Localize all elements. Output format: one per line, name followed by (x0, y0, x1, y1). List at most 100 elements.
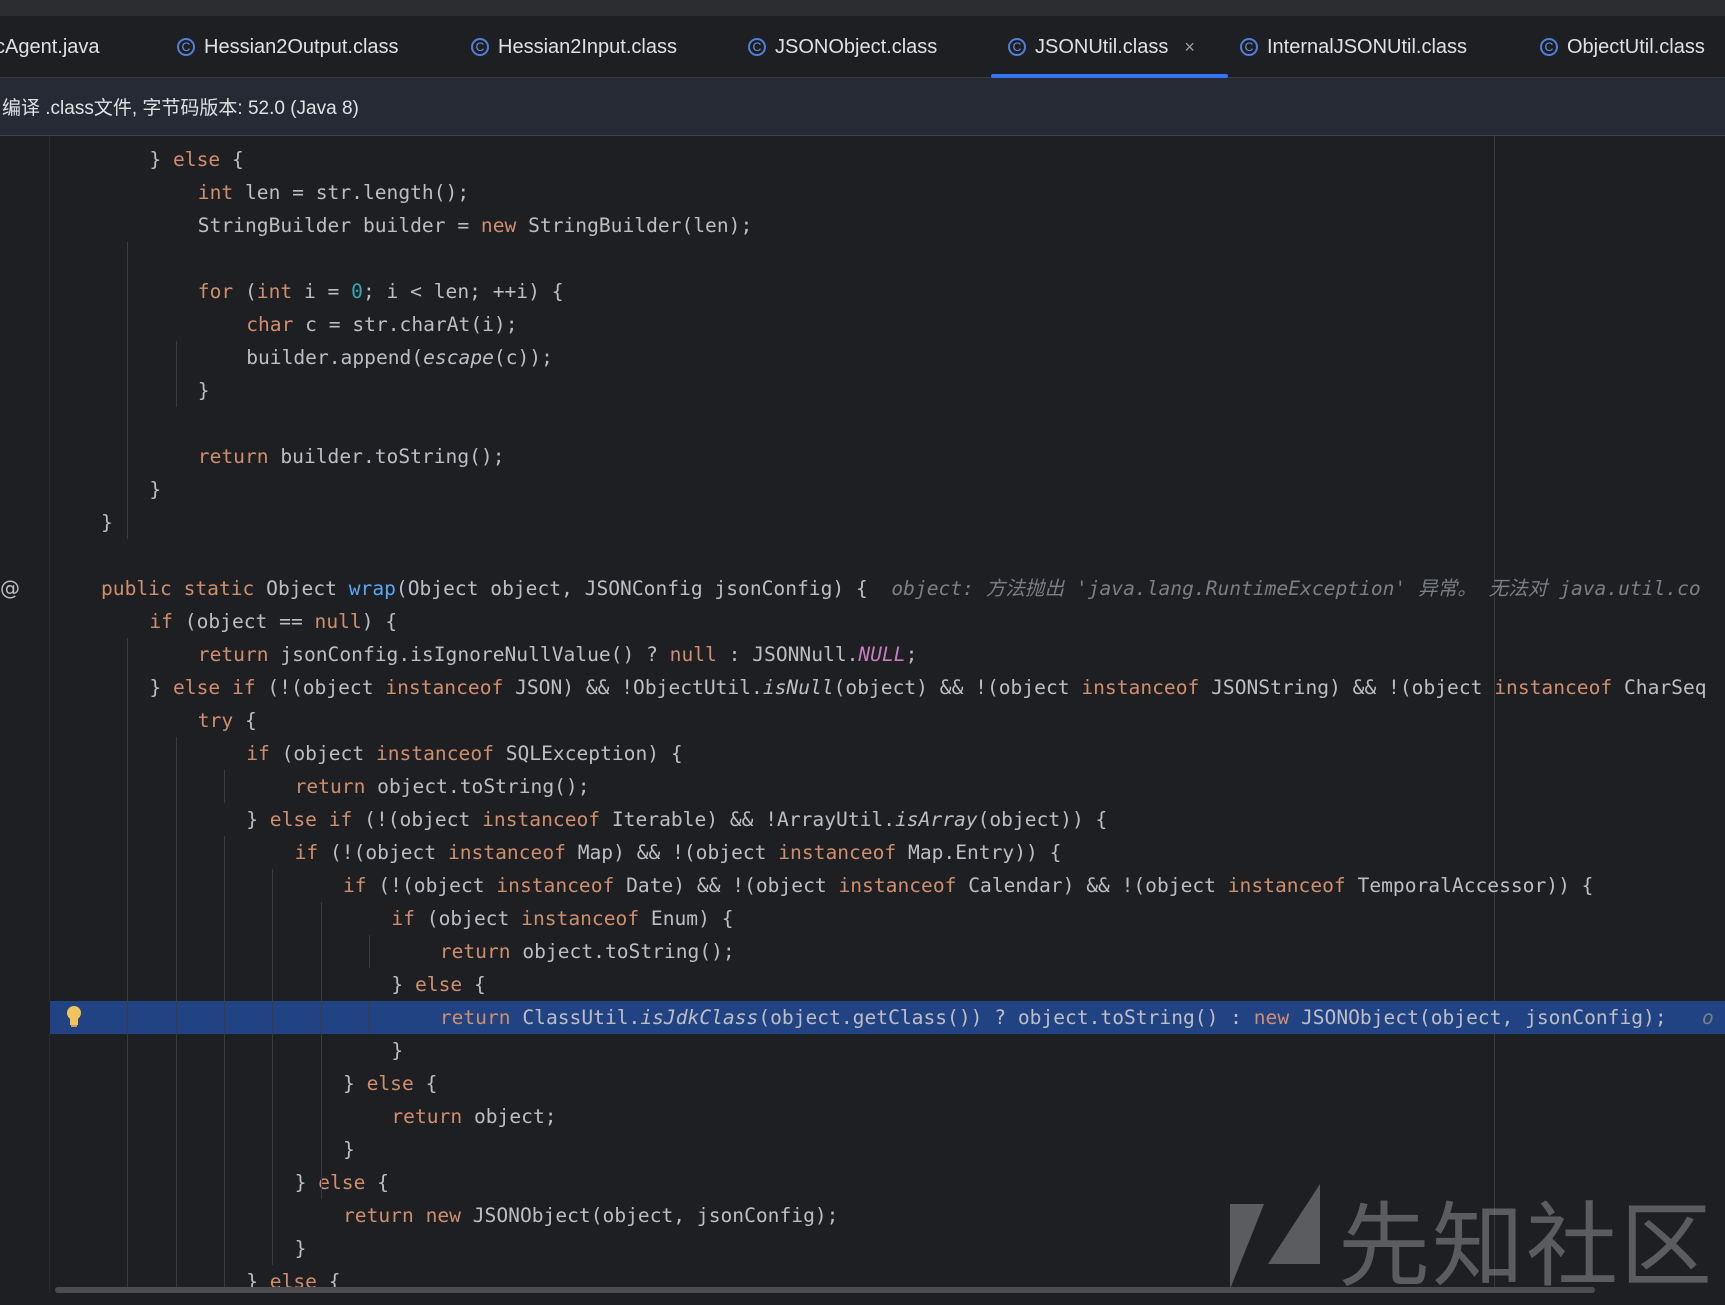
code-token: StringBuilder builder = (197, 214, 481, 237)
tab-cagent-java[interactable]: cAgent.java (0, 16, 100, 78)
code-token: ; (905, 643, 918, 666)
code-token: JSONString) && !(object (1199, 676, 1495, 699)
code-text: if (object == null) { (149, 605, 397, 638)
code-token: c = str.charAt(i); (293, 313, 518, 336)
code-token: TemporalAccessor)) { (1345, 874, 1594, 897)
code-line[interactable]: } (0, 1133, 1725, 1166)
code-line[interactable]: } else if (!(object instanceof Iterable)… (0, 803, 1725, 836)
code-text: int len = str.length(); (198, 176, 469, 209)
code-token: Date) && !(object (614, 874, 839, 897)
code-text: return object.toString(); (440, 935, 735, 968)
code-token: else (414, 973, 463, 996)
code-token: { (462, 973, 486, 996)
code-token: try (197, 709, 234, 732)
code-token: JSON) && !ObjectUtil. (503, 676, 763, 699)
code-token: } (343, 1072, 367, 1095)
implementation-at-icon[interactable]: @ (0, 576, 20, 600)
code-line[interactable]: if (!(object instanceof Map) && !(object… (0, 836, 1725, 869)
tab-hessian2output[interactable]: C Hessian2Output.class (177, 16, 399, 78)
code-line[interactable]: } (0, 506, 1725, 539)
code-line[interactable]: for (int i = 0; i < len; ++i) { (0, 275, 1725, 308)
code-token: isJdkClass (640, 1006, 759, 1029)
code-token: } (149, 676, 173, 699)
code-line[interactable]: if (object == null) { (0, 605, 1725, 638)
code-line[interactable]: } (0, 374, 1725, 407)
tab-label: ObjectUtil.class (1567, 35, 1705, 58)
code-token: builder.toString(); (268, 445, 505, 468)
code-token: } (391, 1039, 404, 1062)
close-tab-icon[interactable]: × (1184, 37, 1195, 58)
code-token: int (256, 280, 293, 303)
tab-hessian2input[interactable]: C Hessian2Input.class (471, 16, 677, 78)
code-line[interactable]: return new JSONObject(object, jsonConfig… (0, 1199, 1725, 1232)
code-token: } (246, 808, 270, 831)
code-token: Calendar) && !(object (956, 874, 1228, 897)
lightbulb-icon[interactable] (65, 1005, 83, 1029)
code-token: (object (269, 742, 376, 765)
code-token: return (197, 643, 269, 666)
indent-guide (224, 836, 225, 1293)
code-line[interactable]: return object.toString(); (0, 770, 1725, 803)
code-token: wrap (348, 577, 396, 600)
code-line[interactable]: } (0, 1034, 1725, 1067)
code-line[interactable]: try { (0, 704, 1725, 737)
code-line[interactable] (0, 539, 1725, 572)
code-token: else if (269, 808, 353, 831)
tab-jsonutil[interactable]: C JSONUtil.class × (991, 16, 1228, 78)
tab-objectutil[interactable]: C ObjectUtil.class (1540, 16, 1705, 78)
code-token: object; (462, 1105, 557, 1128)
code-line[interactable]: if (!(object instanceof Date) && !(objec… (0, 869, 1725, 902)
code-token: int (197, 181, 234, 204)
code-line[interactable]: StringBuilder builder = new StringBuilde… (0, 209, 1725, 242)
code-token: instanceof (385, 676, 504, 699)
code-line[interactable]: return jsonConfig.isIgnoreNullValue() ? … (0, 638, 1725, 671)
code-token: new (1253, 1006, 1290, 1029)
code-line[interactable]: int len = str.length(); (0, 176, 1725, 209)
code-line[interactable]: builder.append(escape(c)); (0, 341, 1725, 374)
code-token: (c)); (493, 346, 553, 369)
code-line[interactable]: } (0, 473, 1725, 506)
code-line[interactable] (0, 407, 1725, 440)
code-token: Map) && !(object (565, 841, 779, 864)
code-line[interactable]: } else { (0, 1166, 1725, 1199)
code-token: { (220, 148, 244, 171)
code-text: } else { (391, 968, 485, 1001)
code-text: builder.append(escape(c)); (246, 341, 553, 374)
code-token: else (366, 1072, 414, 1095)
code-token: (!(object (366, 874, 497, 897)
code-token: return (391, 1105, 463, 1128)
code-text: if (object instanceof Enum) { (391, 902, 733, 935)
code-line[interactable] (0, 242, 1725, 275)
code-line[interactable]: } else if (!(object instanceof JSON) && … (0, 671, 1725, 704)
tab-label: JSONObject.class (775, 35, 938, 58)
code-line[interactable]: public static Object wrap(Object object,… (0, 572, 1725, 605)
code-line[interactable]: } else { (0, 1067, 1725, 1100)
code-token: } (149, 148, 173, 171)
code-token: i = (292, 280, 352, 303)
code-line[interactable]: return object; (0, 1100, 1725, 1133)
code-token: if (343, 874, 367, 897)
indent-guide (175, 737, 177, 1293)
code-line[interactable]: return object.toString(); (0, 935, 1725, 968)
code-token: if (391, 907, 415, 930)
code-token: instanceof (496, 874, 615, 897)
class-icon: C (748, 38, 766, 56)
code-token: CharSeq (1612, 676, 1707, 699)
class-icon: C (1008, 38, 1026, 56)
tab-jsonobject[interactable]: C JSONObject.class (748, 16, 937, 78)
code-line[interactable]: } else { (0, 968, 1725, 1001)
code-line[interactable]: } (0, 1232, 1725, 1265)
gutter-cell (0, 1001, 50, 1034)
code-editor[interactable]: } else {int len = str.length(); StringBui… (0, 136, 1725, 1293)
code-line[interactable]: return builder.toString(); (0, 440, 1725, 473)
code-text: } else if (!(object instanceof Iterable)… (246, 803, 1107, 836)
tab-internaljsonutil[interactable]: C InternalJSONUtil.class (1240, 16, 1467, 78)
code-line-current[interactable]: return ClassUtil.isJdkClass(object.getCl… (0, 1001, 1725, 1034)
code-text: } else { (295, 1166, 389, 1199)
code-line[interactable]: if (object instanceof SQLException) { (0, 737, 1725, 770)
code-line[interactable]: char c = str.charAt(i); (0, 308, 1725, 341)
code-token: if (149, 610, 173, 633)
code-line[interactable]: } else { (0, 143, 1725, 176)
code-line[interactable]: if (object instanceof Enum) { (0, 902, 1725, 935)
horizontal-scrollbar[interactable] (55, 1287, 1595, 1293)
